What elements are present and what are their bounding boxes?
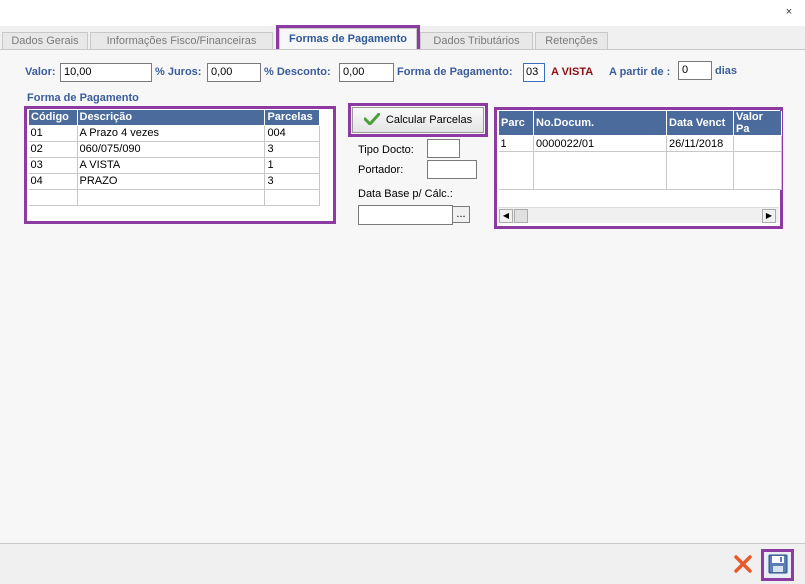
cancel-icon[interactable] [732, 554, 754, 576]
tab-dados-tributarios[interactable]: Dados Tributários [420, 32, 533, 50]
data-base-label: Data Base p/ Cálc.: [358, 188, 453, 200]
table-cell[interactable]: A Prazo 4 vezes [77, 125, 266, 142]
column-header[interactable]: No.Docum. [533, 111, 667, 136]
tab-bar: Dados Gerais Informações Fisco/Financeir… [0, 25, 805, 53]
table-cell[interactable]: 3 [264, 141, 320, 158]
column-header[interactable]: Valor Pa [733, 111, 782, 136]
column-header[interactable]: Parcelas [264, 110, 320, 126]
tipo-docto-label: Tipo Docto: [358, 144, 414, 156]
column-header[interactable]: Parc [498, 111, 534, 136]
forma-pagamento-label: Forma de Pagamento: [397, 66, 513, 78]
payment-table: Código Descrição Parcelas 01 A Prazo 4 v… [28, 110, 320, 206]
calcular-parcelas-label: Calcular Parcelas [385, 114, 473, 126]
table-cell[interactable]: 26/11/2018 [666, 135, 734, 152]
valor-label: Valor: [25, 66, 56, 78]
calcular-parcelas-button[interactable]: Calcular Parcelas [352, 107, 484, 133]
scroll-left-icon[interactable]: ◀ [499, 209, 513, 223]
table-row[interactable]: 04 PRAZO 3 [28, 173, 320, 190]
dias-label: dias [715, 65, 738, 77]
table-row[interactable]: 02 060/075/090 3 [28, 141, 320, 158]
valor-input[interactable]: 10,00 [60, 63, 152, 82]
a-partir-de-input[interactable]: 0 [678, 61, 712, 80]
column-header[interactable]: Data Venct [666, 111, 734, 136]
table-cell[interactable]: 02 [28, 141, 78, 158]
table-header: Código Descrição Parcelas [28, 110, 320, 126]
table-cell[interactable]: 04 [28, 173, 78, 190]
table-cell[interactable]: 060/075/090 [77, 141, 266, 158]
footer-bar [0, 545, 805, 584]
scroll-thumb[interactable] [514, 209, 528, 223]
payment-table-title: Forma de Pagamento [27, 92, 139, 104]
tipo-docto-input[interactable] [427, 139, 460, 158]
title-bar: × [0, 0, 805, 26]
desconto-input[interactable]: 0,00 [339, 63, 394, 82]
forma-pagamento-description: A VISTA [551, 66, 594, 78]
portador-label: Portador: [358, 164, 404, 176]
payment-table-container: Código Descrição Parcelas 01 A Prazo 4 v… [24, 106, 336, 224]
table-cell[interactable]: 004 [264, 125, 320, 142]
save-icon [768, 554, 788, 577]
forma-pagamento-input[interactable]: 03 [523, 63, 545, 82]
table-row[interactable]: 01 A Prazo 4 vezes 004 [28, 125, 320, 142]
table-header: Parc No.Docum. Data Venct Valor Pa [498, 111, 782, 136]
check-icon [363, 112, 381, 128]
tab-retencoes[interactable]: Retenções [535, 32, 608, 50]
table-row-empty [498, 151, 782, 190]
table-row-empty[interactable] [28, 189, 320, 206]
table-cell[interactable]: 1 [264, 157, 320, 174]
tab-panel: Valor: 10,00 % Juros: 0,00 % Desconto: 0… [0, 49, 805, 544]
table-cell[interactable]: 01 [28, 125, 78, 142]
save-button[interactable] [761, 549, 794, 581]
table-cell[interactable]: 1 [498, 135, 534, 152]
installments-table: Parc No.Docum. Data Venct Valor Pa 1 000… [498, 111, 782, 190]
table-cell[interactable]: 0000022/01 [533, 135, 667, 152]
table-cell[interactable]: 3 [264, 173, 320, 190]
portador-input[interactable] [427, 160, 477, 179]
table-row[interactable]: 1 0000022/01 26/11/2018 [498, 135, 782, 152]
scroll-right-icon[interactable]: ▶ [762, 209, 776, 223]
table-cell[interactable]: PRAZO [77, 173, 266, 190]
table-cell[interactable]: 03 [28, 157, 78, 174]
column-header[interactable]: Descrição [76, 110, 266, 126]
close-icon[interactable]: × [783, 6, 795, 18]
tab-dados-gerais[interactable]: Dados Gerais [2, 32, 88, 50]
table-cell[interactable]: A VISTA [77, 157, 266, 174]
desconto-label: % Desconto: [264, 66, 331, 78]
data-base-input[interactable] [358, 205, 453, 225]
table-cell[interactable] [733, 135, 782, 152]
data-base-picker-button[interactable]: ... [452, 206, 470, 223]
tab-formas-de-pagamento[interactable]: Formas de Pagamento [276, 25, 420, 53]
column-header[interactable]: Código [28, 110, 78, 126]
juros-input[interactable]: 0,00 [207, 63, 261, 82]
a-partir-de-label: A partir de : [609, 66, 671, 78]
juros-label: % Juros: [155, 66, 202, 78]
horizontal-scrollbar[interactable]: ◀ ▶ [498, 207, 779, 223]
table-row[interactable]: 03 A VISTA 1 [28, 157, 320, 174]
tab-informacoes-fisco[interactable]: Informações Fisco/Financeiras [90, 32, 273, 50]
